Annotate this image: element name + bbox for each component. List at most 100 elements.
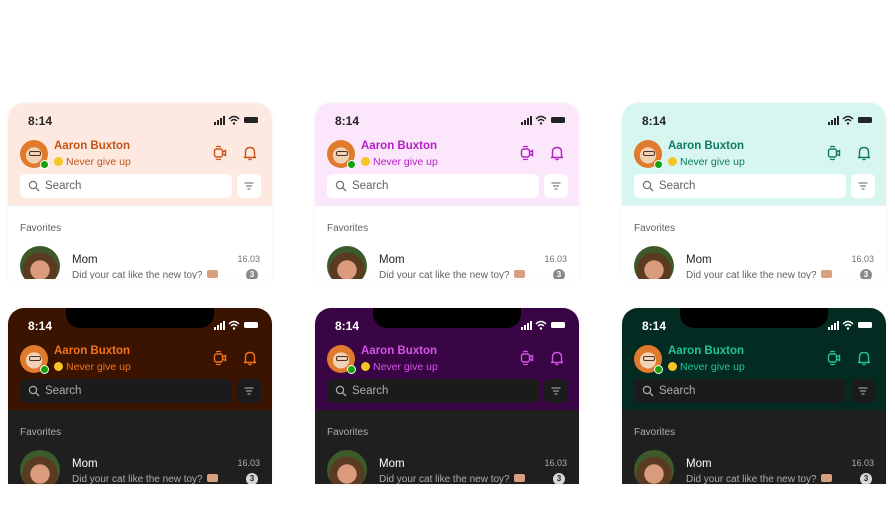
chat-list: Favorites Mom Did your cat like the new … bbox=[8, 410, 272, 484]
bell-icon[interactable] bbox=[856, 145, 872, 161]
user-name[interactable]: Aaron Buxton bbox=[668, 345, 744, 357]
contact-name: Mom bbox=[72, 458, 98, 470]
avatar-glasses bbox=[336, 356, 348, 361]
filter-button[interactable] bbox=[544, 174, 568, 198]
unread-count-badge: 3 bbox=[553, 473, 565, 484]
signal-icon bbox=[521, 116, 532, 125]
section-header-favorites: Favorites bbox=[20, 223, 62, 234]
presence-available-icon bbox=[40, 160, 49, 169]
status-message[interactable]: Never give up bbox=[54, 361, 131, 373]
contact-avatar bbox=[327, 246, 367, 279]
status-message-text: Never give up bbox=[66, 156, 131, 168]
filter-icon bbox=[244, 182, 254, 190]
message-preview-text: Did your cat like the new toy? bbox=[686, 270, 817, 279]
video-call-icon[interactable] bbox=[212, 145, 228, 161]
smile-emoji-icon bbox=[54, 157, 63, 166]
video-call-icon[interactable] bbox=[519, 145, 535, 161]
video-call-icon[interactable] bbox=[826, 145, 842, 161]
search-placeholder: Search bbox=[352, 385, 389, 397]
contact-name: Mom bbox=[72, 254, 98, 266]
status-icons bbox=[828, 115, 872, 125]
status-message-text: Never give up bbox=[680, 156, 745, 168]
search-input[interactable]: Search bbox=[327, 379, 539, 403]
status-icons bbox=[214, 320, 258, 330]
video-call-icon[interactable] bbox=[519, 350, 535, 366]
filter-icon bbox=[551, 387, 561, 395]
phone-preview-orange-dark: 8:14 Aaron Buxton Never give up Search F… bbox=[8, 308, 272, 484]
smile-emoji-icon bbox=[54, 362, 63, 371]
contact-name: Mom bbox=[686, 458, 712, 470]
status-message[interactable]: Never give up bbox=[668, 156, 745, 168]
battery-icon bbox=[551, 117, 565, 123]
wifi-dot bbox=[846, 327, 850, 330]
signal-icon bbox=[828, 116, 839, 125]
wifi-icon bbox=[535, 115, 547, 122]
status-message[interactable]: Never give up bbox=[361, 361, 438, 373]
user-name[interactable]: Aaron Buxton bbox=[54, 345, 130, 357]
battery-icon bbox=[858, 322, 872, 328]
message-preview: Did your cat like the new toy? bbox=[686, 474, 832, 484]
message-time: 16.03 bbox=[544, 254, 567, 264]
search-input[interactable]: Search bbox=[20, 174, 232, 198]
presence-available-icon bbox=[654, 365, 663, 374]
wifi-dot bbox=[232, 327, 236, 330]
battery-icon bbox=[244, 322, 258, 328]
video-call-icon[interactable] bbox=[826, 350, 842, 366]
presence-available-icon bbox=[40, 365, 49, 374]
smile-emoji-icon bbox=[361, 157, 370, 166]
avatar-glasses bbox=[29, 356, 41, 361]
contact-name: Mom bbox=[686, 254, 712, 266]
wifi-dot bbox=[539, 122, 543, 125]
bell-icon[interactable] bbox=[242, 145, 258, 161]
status-message[interactable]: Never give up bbox=[54, 156, 131, 168]
status-time: 8:14 bbox=[642, 114, 667, 128]
status-message-text: Never give up bbox=[680, 361, 745, 373]
contact-avatar bbox=[634, 450, 674, 484]
cat-sticker-icon bbox=[820, 474, 832, 482]
video-call-icon[interactable] bbox=[212, 350, 228, 366]
status-message[interactable]: Never give up bbox=[361, 156, 438, 168]
phone-preview-magenta-dark: 8:14 Aaron Buxton Never give up Search F… bbox=[315, 308, 579, 484]
chat-list: Favorites Mom Did your cat like the new … bbox=[315, 205, 579, 279]
device-notch bbox=[66, 308, 214, 328]
filter-button[interactable] bbox=[851, 174, 875, 198]
unread-count-badge: 3 bbox=[246, 473, 258, 484]
phone-preview-teal-light: 8:14 Aaron Buxton Never give up Search F… bbox=[622, 103, 886, 279]
user-name[interactable]: Aaron Buxton bbox=[361, 140, 437, 152]
app-header: 8:14 Aaron Buxton Never give up Search bbox=[315, 308, 579, 410]
message-time: 16.03 bbox=[851, 254, 874, 264]
search-input[interactable]: Search bbox=[327, 174, 539, 198]
filter-button[interactable] bbox=[237, 379, 261, 403]
contact-avatar bbox=[634, 246, 674, 279]
message-time: 16.03 bbox=[237, 254, 260, 264]
search-placeholder: Search bbox=[659, 385, 696, 397]
user-name[interactable]: Aaron Buxton bbox=[54, 140, 130, 152]
status-message[interactable]: Never give up bbox=[668, 361, 745, 373]
signal-icon bbox=[521, 321, 532, 330]
filter-button[interactable] bbox=[851, 379, 875, 403]
user-name[interactable]: Aaron Buxton bbox=[361, 345, 437, 357]
search-icon bbox=[642, 385, 654, 397]
user-name[interactable]: Aaron Buxton bbox=[668, 140, 744, 152]
unread-count-badge: 3 bbox=[553, 269, 565, 279]
bell-icon[interactable] bbox=[549, 145, 565, 161]
search-input[interactable]: Search bbox=[20, 379, 232, 403]
search-input[interactable]: Search bbox=[634, 174, 846, 198]
avatar-glasses bbox=[336, 151, 348, 156]
filter-button[interactable] bbox=[544, 379, 568, 403]
smile-emoji-icon bbox=[668, 362, 677, 371]
bell-icon[interactable] bbox=[242, 350, 258, 366]
message-preview: Did your cat like the new toy? bbox=[72, 270, 218, 279]
search-input[interactable]: Search bbox=[634, 379, 846, 403]
bell-icon[interactable] bbox=[549, 350, 565, 366]
status-icons bbox=[521, 115, 565, 125]
signal-icon bbox=[828, 321, 839, 330]
message-preview-text: Did your cat like the new toy? bbox=[379, 270, 510, 279]
chat-list: Favorites Mom Did your cat like the new … bbox=[622, 410, 886, 484]
status-icons bbox=[214, 115, 258, 125]
filter-button[interactable] bbox=[237, 174, 261, 198]
cat-sticker-icon bbox=[513, 270, 525, 278]
section-header-favorites: Favorites bbox=[327, 427, 369, 438]
cat-sticker-icon bbox=[820, 270, 832, 278]
bell-icon[interactable] bbox=[856, 350, 872, 366]
